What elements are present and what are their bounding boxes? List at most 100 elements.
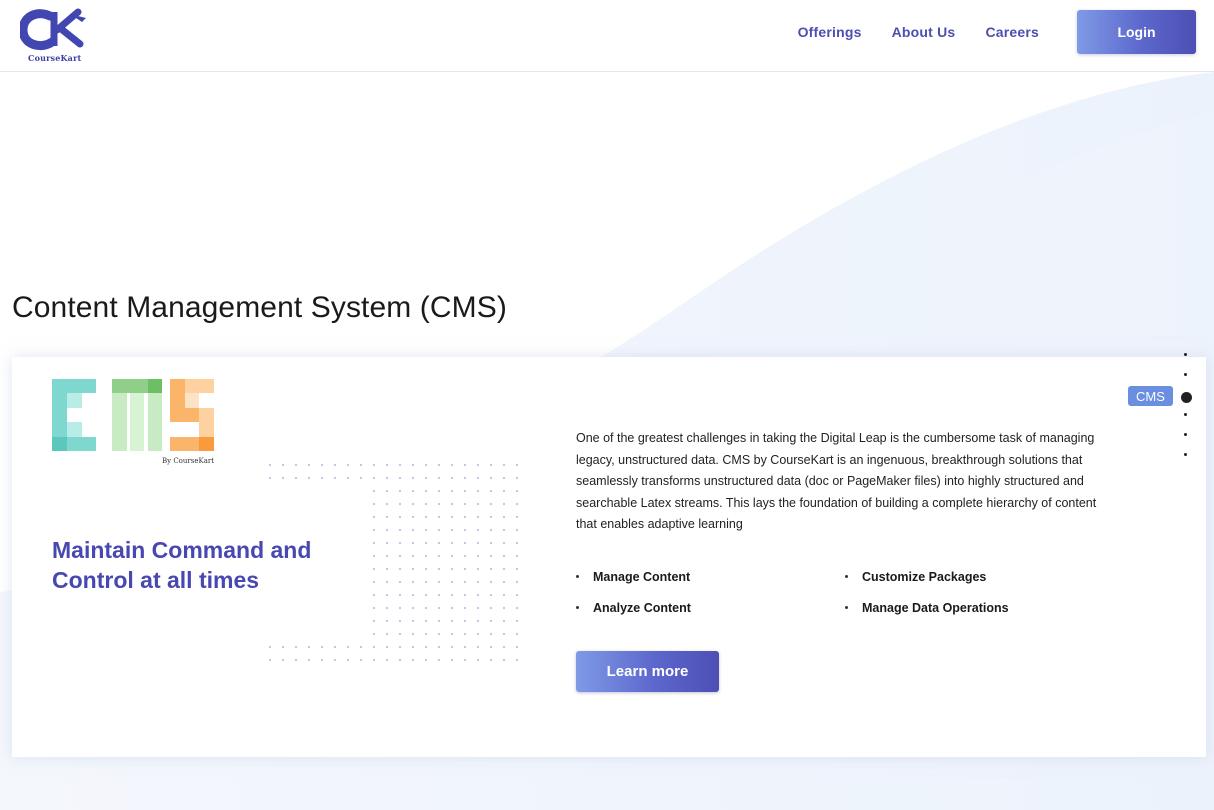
grid-dot <box>489 632 493 636</box>
grid-dot <box>411 606 415 610</box>
grid-dot <box>411 541 415 545</box>
grid-dot <box>294 645 298 649</box>
grid-dot <box>424 554 428 558</box>
grid-dot <box>437 554 441 558</box>
learn-more-button[interactable]: Learn more <box>576 651 719 692</box>
pager-dot[interactable] <box>1184 413 1187 416</box>
grid-dot <box>411 554 415 558</box>
grid-dot <box>450 619 454 623</box>
grid-dot <box>437 658 441 662</box>
grid-dot <box>411 632 415 636</box>
pager-dot[interactable] <box>1184 373 1187 376</box>
grid-dot <box>424 463 428 467</box>
grid-dot <box>489 528 493 532</box>
grid-dot <box>307 476 311 480</box>
grid-dot <box>502 567 506 571</box>
grid-dot <box>294 476 298 480</box>
grid-dot <box>372 541 376 545</box>
grid-dot <box>424 580 428 584</box>
pager-dot[interactable] <box>1184 353 1187 356</box>
grid-dot <box>346 463 350 467</box>
grid-dot <box>346 645 350 649</box>
grid-dot <box>437 606 441 610</box>
grid-dot <box>307 645 311 649</box>
grid-dot <box>411 515 415 519</box>
grid-dot <box>424 567 428 571</box>
grid-dot <box>411 489 415 493</box>
grid-dot <box>385 606 389 610</box>
grid-dot <box>463 567 467 571</box>
grid-dot <box>463 489 467 493</box>
tagline-line-1: Maintain Command and <box>52 537 312 563</box>
grid-dot <box>411 593 415 597</box>
grid-dot <box>359 658 363 662</box>
grid-dot <box>385 502 389 506</box>
pager-dot[interactable] <box>1184 433 1187 436</box>
grid-dot <box>333 658 337 662</box>
grid-dot <box>424 632 428 636</box>
grid-dot <box>385 489 389 493</box>
grid-dot <box>437 489 441 493</box>
grid-dot <box>450 554 454 558</box>
pager-dot[interactable] <box>1181 392 1192 403</box>
grid-dot <box>398 463 402 467</box>
grid-dot <box>372 515 376 519</box>
grid-dot <box>489 606 493 610</box>
nav-offerings[interactable]: Offerings <box>798 24 862 40</box>
grid-dot <box>437 463 441 467</box>
grid-dot <box>437 567 441 571</box>
feature-label: Analyze Content <box>593 600 691 615</box>
grid-dot <box>489 580 493 584</box>
grid-dot <box>515 567 519 571</box>
grid-dot <box>502 528 506 532</box>
grid-dot <box>515 515 519 519</box>
grid-dot <box>411 476 415 480</box>
grid-dot <box>476 567 480 571</box>
feature-label: Customize Packages <box>862 569 987 584</box>
nav-about-us[interactable]: About Us <box>892 24 956 40</box>
grid-dot <box>476 489 480 493</box>
grid-dot <box>424 476 428 480</box>
grid-dot <box>502 463 506 467</box>
grid-dot <box>476 593 480 597</box>
cms-letter-c <box>52 379 96 451</box>
grid-dot <box>372 554 376 558</box>
pager-dot[interactable] <box>1184 453 1187 456</box>
grid-dot <box>424 606 428 610</box>
grid-dot <box>411 658 415 662</box>
login-button[interactable]: Login <box>1077 10 1196 54</box>
grid-dot <box>502 541 506 545</box>
grid-dot <box>502 502 506 506</box>
current-slide-badge: CMS <box>1128 386 1173 406</box>
grid-dot <box>385 476 389 480</box>
grid-dot <box>398 593 402 597</box>
grid-dot <box>463 606 467 610</box>
nav-careers[interactable]: Careers <box>985 24 1039 40</box>
grid-dot <box>450 463 454 467</box>
grid-dot <box>489 567 493 571</box>
grid-dot <box>515 645 519 649</box>
grid-dot <box>281 463 285 467</box>
grid-dot <box>346 658 350 662</box>
bullet-icon <box>845 575 848 578</box>
grid-dot <box>489 593 493 597</box>
grid-dot <box>450 515 454 519</box>
cms-letter-m <box>112 379 162 451</box>
grid-dot <box>437 593 441 597</box>
grid-dot <box>515 554 519 558</box>
grid-dot <box>281 658 285 662</box>
grid-dot <box>385 515 389 519</box>
grid-dot <box>372 632 376 636</box>
grid-dot <box>372 476 376 480</box>
grid-dot <box>450 645 454 649</box>
grid-dot <box>398 658 402 662</box>
coursekart-logo[interactable]: CourseKart <box>18 8 92 64</box>
grid-dot <box>385 632 389 636</box>
grid-dot <box>502 515 506 519</box>
grid-dot <box>398 645 402 649</box>
grid-dot <box>476 619 480 623</box>
product-description: One of the greatest challenges in taking… <box>576 431 1097 531</box>
grid-dot <box>424 658 428 662</box>
grid-dot <box>502 658 506 662</box>
grid-dot <box>515 528 519 532</box>
